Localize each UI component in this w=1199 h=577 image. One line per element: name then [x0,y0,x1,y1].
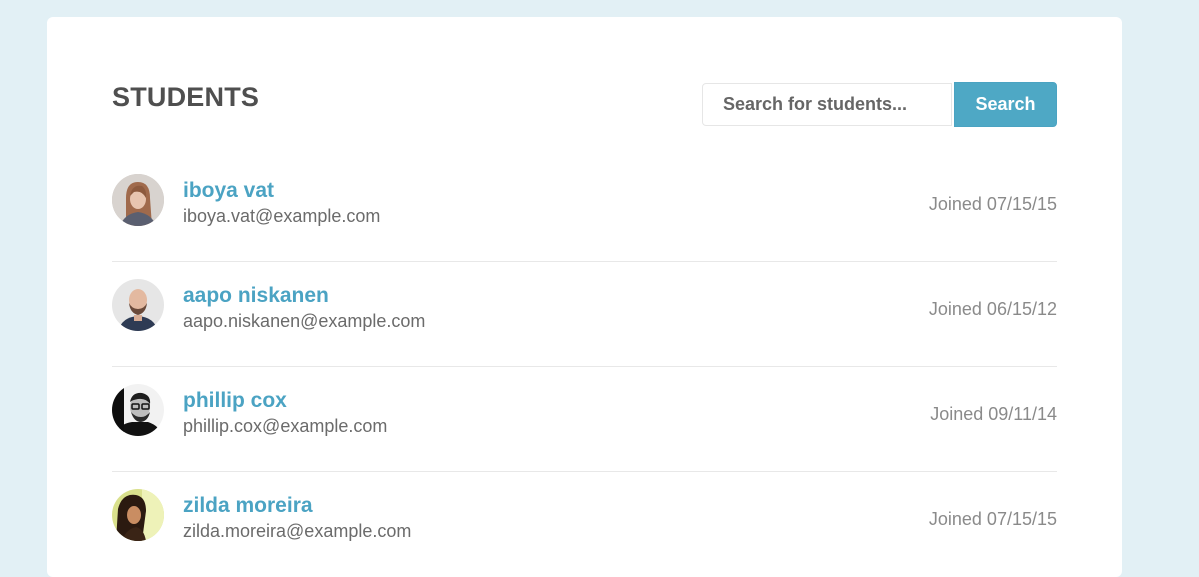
search-bar: Search [702,82,1057,127]
student-email: zilda.moreira@example.com [183,521,412,541]
student-list: iboya vat iboya.vat@example.com Joined 0… [112,157,1057,576]
user-avatar-icon [112,174,164,226]
student-email: aapo.niskanen@example.com [183,311,426,331]
students-card: STUDENTS Search iboya vat iboya.vat@exam… [47,17,1122,577]
student-row: iboya vat iboya.vat@example.com Joined 0… [112,157,1057,262]
avatar[interactable] [112,489,164,541]
student-row: phillip cox phillip.cox@example.com Join… [112,367,1057,472]
student-email: iboya.vat@example.com [183,206,381,226]
student-name[interactable]: phillip cox [183,389,287,413]
card-header: STUDENTS Search [112,17,1057,157]
student-name[interactable]: zilda moreira [183,494,313,518]
page-title: STUDENTS [112,82,260,112]
student-email: phillip.cox@example.com [183,416,388,436]
student-row: aapo niskanen aapo.niskanen@example.com … [112,262,1057,367]
student-joined-date: Joined 07/15/15 [928,509,1057,529]
avatar[interactable] [112,384,164,436]
student-name[interactable]: aapo niskanen [183,284,329,308]
user-avatar-icon [112,489,164,541]
student-joined-date: Joined 09/11/14 [930,404,1057,424]
search-button[interactable]: Search [954,82,1057,127]
search-input[interactable] [702,83,952,126]
avatar[interactable] [112,174,164,226]
student-row: zilda moreira zilda.moreira@example.com … [112,472,1057,576]
student-joined-date: Joined 07/15/15 [928,194,1057,214]
user-avatar-icon [112,279,164,331]
student-name[interactable]: iboya vat [183,179,274,203]
student-joined-date: Joined 06/15/12 [928,299,1057,319]
user-avatar-icon [112,384,164,436]
avatar[interactable] [112,279,164,331]
